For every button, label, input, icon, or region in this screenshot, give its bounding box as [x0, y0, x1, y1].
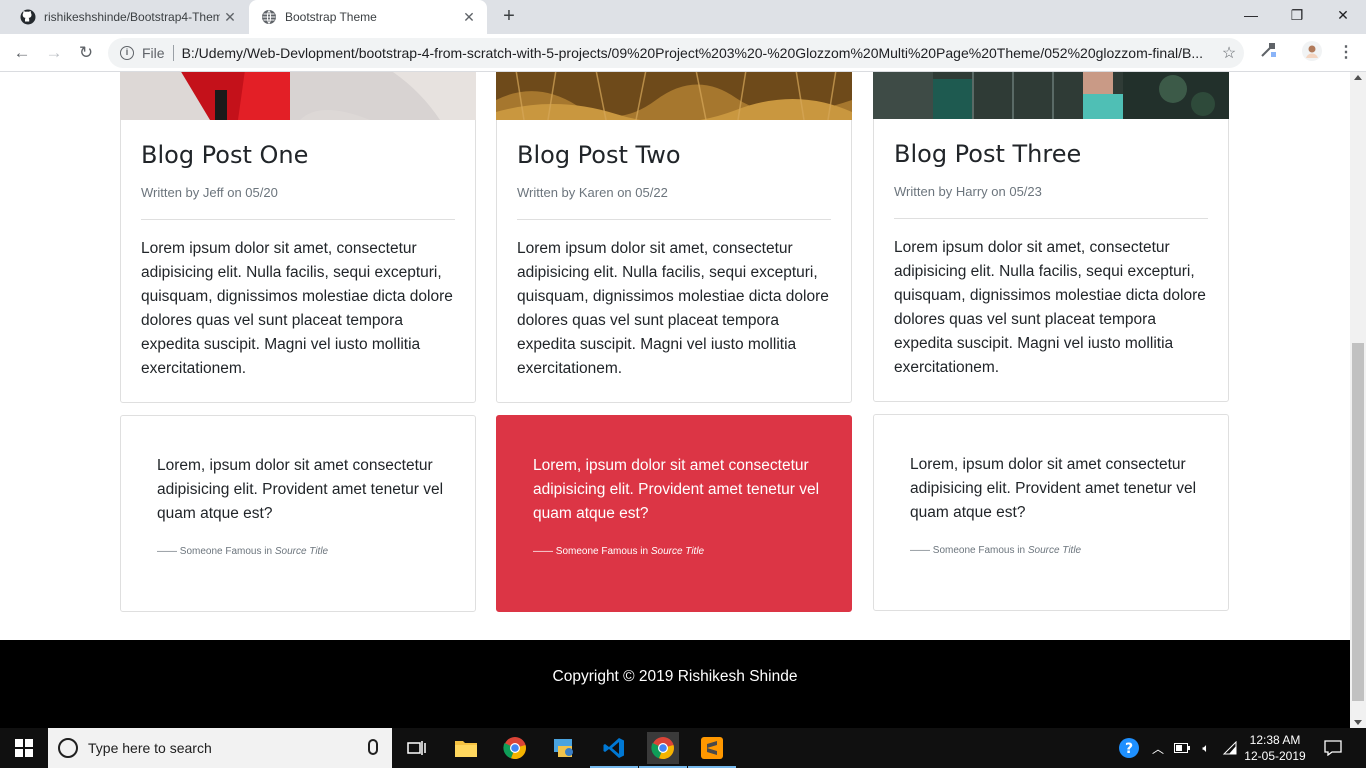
tab-bootstrap-theme[interactable]: Bootstrap Theme ✕: [249, 0, 487, 34]
scroll-up-icon[interactable]: [1354, 75, 1362, 80]
blog-card: Blog Post Two Written by Karen on 05/22 …: [496, 72, 852, 403]
quote-footer: —— Someone Famous in Source Title: [533, 546, 704, 557]
search-placeholder: Type here to search: [88, 740, 212, 756]
menu-kebab-icon[interactable]: ⋮: [1334, 41, 1358, 65]
tab-title: rishikeshshinde/Bootstrap4-Them: [44, 10, 220, 24]
microphone-icon[interactable]: [368, 739, 378, 755]
blog-meta: Written by Harry on 05/23: [894, 184, 1042, 199]
divider: [172, 45, 174, 61]
quote-source: Source Title: [650, 546, 705, 557]
vscode-icon[interactable]: [590, 732, 638, 768]
sublime-text-icon[interactable]: [688, 732, 736, 768]
quote-footer: —— Someone Famous in Source Title: [910, 545, 1081, 556]
help-icon[interactable]: ?: [1114, 728, 1144, 768]
quote-source: Source Title: [274, 546, 329, 557]
blog-image: [496, 72, 852, 123]
scrollbar-thumb[interactable]: [1352, 343, 1364, 701]
bookmark-star-icon[interactable]: ☆: [1214, 43, 1244, 63]
maximize-icon[interactable]: ❐: [1274, 0, 1320, 30]
windows-taskbar: Type here to search ? ︿ 🔈︎ 12:38 AM 12-0…: [0, 728, 1366, 768]
new-tab-icon[interactable]: +: [497, 5, 521, 29]
blog-image: [873, 72, 1229, 119]
blog-card: Blog Post Three Written by Harry on 05/2…: [873, 72, 1229, 402]
quote-author: Someone Famous in: [179, 546, 273, 557]
copyright-text: Copyright © 2019 Rishikesh Shinde: [552, 668, 798, 685]
cortana-icon: [58, 738, 78, 758]
globe-icon: [261, 9, 277, 25]
tab-strip: rishikeshshinde/Bootstrap4-Them ✕ Bootst…: [0, 0, 1366, 34]
close-tab-icon[interactable]: ✕: [220, 9, 240, 26]
quote-dash: ——: [910, 545, 933, 556]
blog-image: [120, 72, 476, 120]
tab-title: Bootstrap Theme: [285, 10, 377, 24]
quote-author: Someone Famous in: [932, 545, 1026, 556]
blog-title: Blog Post One: [141, 141, 309, 169]
chrome-active-icon[interactable]: [639, 732, 687, 768]
blog-body: Lorem ipsum dolor sit amet, consectetur …: [141, 240, 453, 377]
battery-icon[interactable]: [1172, 728, 1192, 768]
minimize-icon[interactable]: —: [1228, 0, 1274, 30]
page-footer: Copyright © 2019 Rishikesh Shinde: [0, 640, 1350, 728]
chevron-up-icon[interactable]: ︿: [1150, 728, 1166, 768]
divider: [517, 219, 831, 220]
profile-avatar-icon[interactable]: [1300, 41, 1324, 65]
quote-card: Lorem, ipsum dolor sit amet consectetur …: [120, 415, 476, 612]
svg-text:?: ?: [1125, 741, 1133, 757]
url-text[interactable]: B:/Udemy/Web-Devlopment/bootstrap-4-from…: [182, 45, 1214, 61]
blog-body: Lorem ipsum dolor sit amet, consectetur …: [894, 239, 1206, 376]
address-bar[interactable]: i File B:/Udemy/Web-Devlopment/bootstrap…: [108, 38, 1244, 68]
file-explorer-icon[interactable]: [450, 732, 482, 764]
quote-dash: ——: [533, 546, 556, 557]
notification-icon[interactable]: [1320, 728, 1346, 768]
quote-text: Lorem, ipsum dolor sit amet consectetur …: [910, 456, 1197, 521]
quote-text: Lorem, ipsum dolor sit amet consectetur …: [533, 457, 820, 522]
vertical-scrollbar[interactable]: [1350, 72, 1366, 728]
taskbar-search-box[interactable]: Type here to search: [48, 728, 392, 768]
reload-icon[interactable]: ↻: [74, 41, 98, 65]
quote-footer: —— Someone Famous in Source Title: [157, 546, 328, 557]
back-arrow-icon[interactable]: ←: [10, 41, 34, 65]
quote-author: Someone Famous in: [555, 546, 649, 557]
blog-title: Blog Post Two: [517, 141, 681, 169]
quote-card-highlighted: Lorem, ipsum dolor sit amet consectetur …: [496, 415, 852, 612]
close-tab-icon[interactable]: ✕: [459, 9, 479, 26]
github-icon: [20, 9, 36, 25]
volume-icon[interactable]: 🔈︎: [1196, 728, 1216, 768]
close-window-icon[interactable]: ✕: [1320, 0, 1366, 30]
clock-date: 12-05-2019: [1244, 749, 1306, 763]
blog-title: Blog Post Three: [894, 140, 1082, 168]
quote-dash: ——: [157, 546, 180, 557]
browser-toolbar: ← → ↻ i File B:/Udemy/Web-Devlopment/boo…: [0, 34, 1366, 72]
system-clock[interactable]: 12:38 AM 12-05-2019: [1236, 732, 1314, 764]
windows-start-icon[interactable]: [0, 728, 48, 768]
page-viewport: Blog Post One Written by Jeff on 05/20 L…: [0, 72, 1350, 728]
blog-meta: Written by Karen on 05/22: [517, 185, 668, 200]
clock-time: 12:38 AM: [1249, 733, 1301, 747]
scroll-down-icon[interactable]: [1354, 720, 1362, 725]
scheme-label: File: [142, 45, 165, 61]
task-view-icon[interactable]: [401, 732, 433, 764]
chrome-icon[interactable]: [499, 732, 531, 764]
extension-icon[interactable]: [1256, 41, 1280, 65]
quote-card: Lorem, ipsum dolor sit amet consectetur …: [873, 414, 1229, 611]
blog-card: Blog Post One Written by Jeff on 05/20 L…: [120, 72, 476, 403]
info-icon[interactable]: i: [120, 46, 134, 60]
control-panel-icon[interactable]: [548, 732, 580, 764]
tab-github[interactable]: rishikeshshinde/Bootstrap4-Them ✕: [8, 0, 248, 34]
blog-body: Lorem ipsum dolor sit amet, consectetur …: [517, 240, 829, 377]
divider: [141, 219, 455, 220]
forward-arrow-icon[interactable]: →: [42, 41, 66, 65]
divider: [894, 218, 1208, 219]
blog-meta: Written by Jeff on 05/20: [141, 185, 278, 200]
quote-source: Source Title: [1027, 545, 1082, 556]
quote-text: Lorem, ipsum dolor sit amet consectetur …: [157, 457, 444, 522]
